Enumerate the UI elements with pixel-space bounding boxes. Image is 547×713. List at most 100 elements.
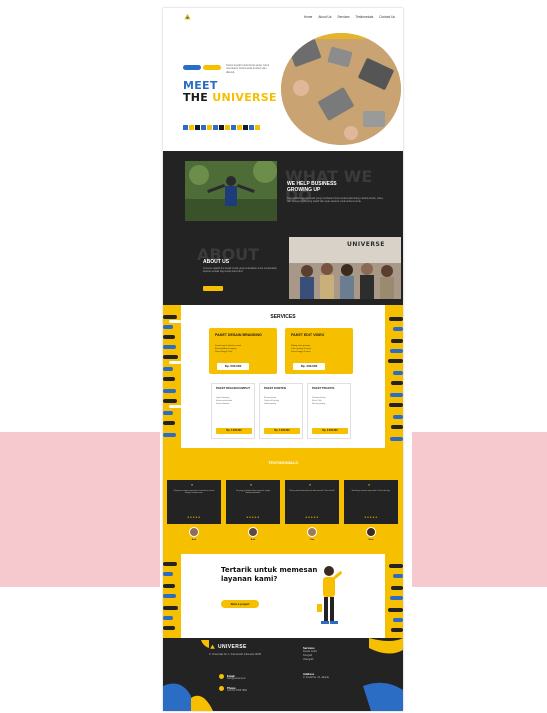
rating-stars: ★★★★★ (187, 516, 201, 519)
hero-section: Solusi kreatif untuk bisnis anda. Kami m… (163, 28, 403, 151)
nav-item-testimonials[interactable]: Testimonials (356, 15, 374, 19)
footer-service-link[interactable]: Desain Grafis (303, 651, 317, 654)
service-name: PAKET DESAIN BRANDING (215, 333, 262, 337)
service-name: PAKET EDIT VIDEO (291, 333, 325, 337)
nav-item-home[interactable]: Home (304, 15, 313, 19)
testimonial-card: ❝ Video promosi kami jadi jauh lebih men… (285, 480, 339, 524)
service-name: PAKET KONTEN (264, 386, 286, 390)
nav-menu: Home About Us Services Testimonials Cont… (304, 15, 395, 19)
cta-title: Tertarik untuk memesan layanan kami? (221, 566, 318, 583)
universe-wall-sign: UNIVERSE (347, 241, 385, 248)
footer-blob-shapes (163, 638, 403, 711)
help-business-title: WE HELP BUSINESS GROWING UP (287, 181, 337, 193)
service-price: Rp. 500.000 (217, 363, 249, 370)
landing-page: Home About Us Services Testimonials Cont… (163, 8, 403, 711)
footer-phone-value[interactable]: +62 812 3456 7890 (227, 690, 247, 693)
testimonial-author: Dewi (368, 539, 374, 541)
service-feature: File siap posting (312, 403, 325, 405)
cta-deco-right (385, 554, 403, 638)
hero-pill-yellow (203, 65, 221, 70)
quote-icon: ❝ (250, 483, 253, 488)
service-name: PAKET DESAIN KOMPLIT (216, 386, 250, 390)
about-us-title: ABOUT US (203, 259, 230, 265)
testimonial-text: Tim yang profesional dan responsif, sang… (235, 490, 271, 495)
footer: UNIVERSE Jl. Universitas No. 1, Kota Kre… (163, 638, 403, 711)
cta-deco-left (163, 554, 181, 638)
start-project-button[interactable]: Start a project (221, 600, 259, 608)
services-title: SERVICES (270, 314, 296, 320)
service-name: PAKET PRAKTIS (312, 386, 335, 390)
hero-color-stripes (183, 125, 260, 130)
testimonial-author: Budi (250, 539, 256, 541)
footer-service-link[interactable]: Videografi (303, 659, 313, 662)
testimonial-text: Hasil kerja rapi dan tepat waktu. Pasti … (351, 490, 391, 492)
screenshot-stage: Home About Us Services Testimonials Cont… (0, 0, 547, 713)
service-card-konten[interactable]: PAKET KONTEN 30 konten feed Caption & ha… (259, 383, 303, 439)
hero-title-the: THE (183, 91, 213, 104)
testimonial-card: ❝ Hasil kerja rapi dan tepat waktu. Past… (344, 480, 398, 524)
service-card-praktis[interactable]: PAKET PRAKTIS 10 desain konten Revisi 2 … (307, 383, 351, 439)
nav-item-contact[interactable]: Contact Us (379, 15, 395, 19)
person-illustration (317, 566, 342, 624)
hero-pill-blue (183, 65, 201, 70)
avatar (307, 527, 317, 537)
services-section: SERVICES PAKET DESAIN BRANDING Desain lo… (163, 305, 403, 448)
service-feature: Durasi hingga 3 menit (291, 351, 311, 353)
logo-icon[interactable] (183, 13, 192, 21)
service-price: Rp. 1.000.000 (216, 428, 252, 434)
hero-photo-laptops (281, 33, 401, 145)
service-card-video[interactable]: PAKET EDIT VIDEO Editing video promosi C… (285, 328, 353, 374)
footer-address: Jl. Universitas No. 1, Kota Kreatif, Ind… (209, 654, 261, 656)
top-navbar: Home About Us Services Testimonials Cont… (163, 8, 403, 28)
avatar (189, 527, 199, 537)
service-price: Rp. 2.000.000 (312, 428, 348, 434)
testimonials-section: TESTIMONIALS ❝ Pelayanan sangat memuaska… (163, 448, 403, 554)
quote-icon: ❝ (191, 483, 194, 488)
services-deco-left (163, 305, 181, 448)
team-photo-outdoor (185, 161, 277, 221)
service-price: Rp. 400.000 (293, 363, 325, 370)
background-band-right (412, 432, 547, 587)
footer-brand: UNIVERSE (218, 644, 247, 650)
email-icon (219, 674, 224, 679)
rating-stars: ★★★★★ (305, 516, 319, 519)
avatar (366, 527, 376, 537)
rating-stars: ★★★★★ (364, 516, 378, 519)
footer-services-heading: Services (303, 646, 315, 650)
nav-item-about[interactable]: About Us (318, 15, 331, 19)
testimonials-title: TESTIMONIALS (268, 460, 298, 465)
service-feature: Desain kemasan (216, 403, 230, 405)
footer-address-heading: Address (303, 672, 315, 676)
testimonial-text: Video promosi kami jadi jauh lebih menar… (289, 490, 335, 492)
service-feature: Revisi hingga 3 kali (215, 351, 233, 353)
service-card-komplit[interactable]: PAKET DESAIN KOMPLIT Logo & branding Kon… (211, 383, 255, 439)
about-section: WHAT WE DO WE HELP BUSINESS GROWING UP K… (163, 151, 403, 305)
avatar (248, 527, 258, 537)
quote-icon: ❝ (368, 483, 371, 488)
testimonial-text: Pelayanan sangat memuaskan, hasil desain… (173, 490, 215, 495)
background-band-left (0, 432, 160, 587)
testimonial-author: Andi (191, 539, 197, 541)
services-deco-right (385, 305, 403, 448)
footer-address-text: Jl. Kreatif No. 10, Jakarta (303, 677, 329, 679)
service-card-branding[interactable]: PAKET DESAIN BRANDING Desain logo & iden… (209, 328, 277, 374)
hero-title-universe: UNIVERSE (212, 91, 277, 104)
quote-icon: ❝ (309, 483, 312, 488)
footer-service-link[interactable]: Fotografi (303, 655, 312, 658)
testimonial-author: Citra (309, 539, 315, 541)
help-business-text: Kami adalah agensi kreatif yang membantu… (287, 197, 384, 204)
service-feature: Jadwal posting (264, 403, 276, 405)
testimonial-card: ❝ Pelayanan sangat memuaskan, hasil desa… (167, 480, 221, 524)
footer-email-value[interactable]: hello@universe.id (227, 678, 245, 681)
phone-icon (219, 686, 224, 691)
footer-logo-icon (210, 644, 215, 649)
testimonial-card: ❝ Tim yang profesional dan responsif, sa… (226, 480, 280, 524)
nav-item-services[interactable]: Services (337, 15, 349, 19)
cta-section: Tertarik untuk memesan layanan kami? Sta… (163, 554, 403, 638)
about-read-more-button[interactable] (203, 286, 223, 291)
rating-stars: ★★★★★ (246, 516, 260, 519)
about-us-text: Universe adalah tim kreatif muda yang be… (203, 267, 278, 274)
hero-tagline: Solusi kreatif untuk bisnis anda. Kami m… (226, 64, 270, 74)
service-price: Rp. 1.400.000 (264, 428, 300, 434)
hero-title: MEET THE UNIVERSE (183, 80, 277, 104)
